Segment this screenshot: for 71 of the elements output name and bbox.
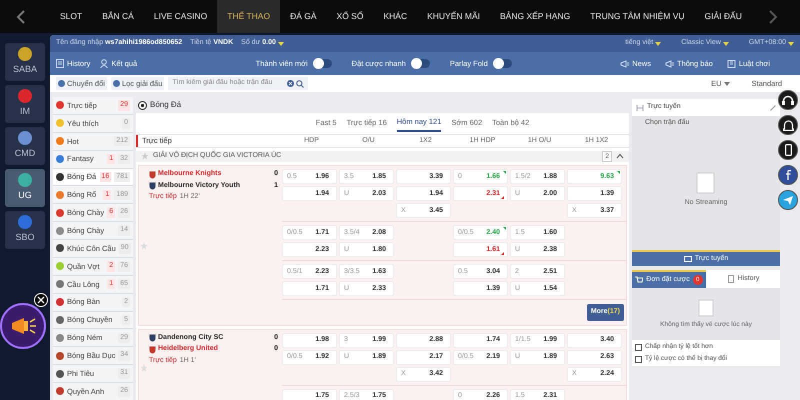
provider-tab[interactable]: CMD (5, 127, 45, 165)
clear-icon (287, 80, 294, 87)
document-icon (695, 171, 717, 196)
logo-icon (18, 47, 32, 62)
side-button[interactable] (778, 140, 798, 160)
bell-icon (782, 120, 794, 130)
document-icon (56, 59, 64, 68)
document-icon (726, 60, 736, 68)
nav-tab[interactable]: XỔ SỐ (326, 0, 374, 33)
provider-label: UG (18, 189, 32, 202)
circle-icon (58, 80, 65, 87)
facebook-icon (786, 170, 790, 180)
caret-down-icon (724, 82, 730, 86)
circle-icon (112, 80, 120, 87)
provider-label: SABA (12, 63, 37, 76)
caret-down-icon (278, 42, 284, 46)
chevron-left-icon (16, 10, 26, 24)
nav-tab[interactable]: LIVE CASINO (144, 0, 218, 33)
megaphone-icon (620, 60, 630, 68)
nav-tab[interactable]: TRUNG TÂM NHIỆM VỤ (580, 0, 695, 33)
star-icon (140, 242, 148, 250)
provider-label: IM (20, 105, 30, 118)
side-button[interactable] (778, 190, 798, 210)
promo-button[interactable] (0, 303, 46, 349)
phone-icon (784, 144, 792, 156)
chevron-right-icon (768, 10, 778, 24)
nav-tab[interactable]: KHUYẾN MÃI (417, 0, 490, 33)
megaphone-icon (664, 60, 674, 68)
logo-icon (18, 131, 32, 146)
toggle-switch[interactable] (412, 59, 430, 68)
toggle-switch[interactable] (314, 59, 332, 68)
logo-icon (18, 173, 32, 188)
nav-tab[interactable]: SLOT (50, 0, 92, 33)
document-icon (697, 298, 715, 318)
soccer-ball-icon (138, 100, 147, 110)
nav-tab[interactable]: BẢNG XẾP HẠNG (490, 0, 580, 33)
checkbox[interactable] (635, 356, 642, 362)
telegram-icon (783, 196, 793, 204)
logo-icon (18, 215, 32, 230)
star-icon (141, 152, 149, 160)
search-icon (296, 80, 304, 88)
screen-icon (684, 256, 692, 262)
provider-tab[interactable]: IM (5, 85, 45, 123)
section-title: Bóng Đá (150, 99, 182, 111)
provider-tab[interactable]: SABA (5, 43, 45, 81)
checkbox[interactable] (635, 344, 642, 350)
star-icon (140, 364, 148, 372)
headset-icon (782, 95, 794, 105)
logo-icon (18, 89, 32, 104)
provider-tab[interactable]: UG (5, 169, 45, 207)
close-icon (37, 296, 45, 304)
nav-tab[interactable]: THỂ THAO (217, 0, 280, 33)
nav-tab[interactable]: GIẢI ĐẤU (694, 0, 752, 33)
provider-label: CMD (14, 147, 36, 160)
cart-icon (635, 276, 644, 284)
nav-tab[interactable]: KHÁC (373, 0, 418, 33)
provider-tab[interactable]: SBO (5, 211, 45, 249)
person-icon (100, 59, 108, 68)
side-button[interactable] (778, 165, 798, 185)
toggle-switch[interactable] (494, 59, 512, 68)
phone-icon (726, 275, 735, 283)
side-button[interactable] (778, 90, 798, 110)
caret-down-icon (788, 42, 794, 46)
caret-down-icon (655, 42, 662, 46)
nav-tab[interactable]: ĐÁ GÀ (280, 0, 327, 33)
provider-label: SBO (15, 231, 34, 244)
nav-tab[interactable]: BẮN CÁ (92, 0, 144, 33)
close-button[interactable] (34, 293, 48, 307)
caret-down-icon (722, 42, 729, 46)
side-button[interactable] (778, 115, 798, 135)
megaphone-icon (10, 315, 36, 337)
